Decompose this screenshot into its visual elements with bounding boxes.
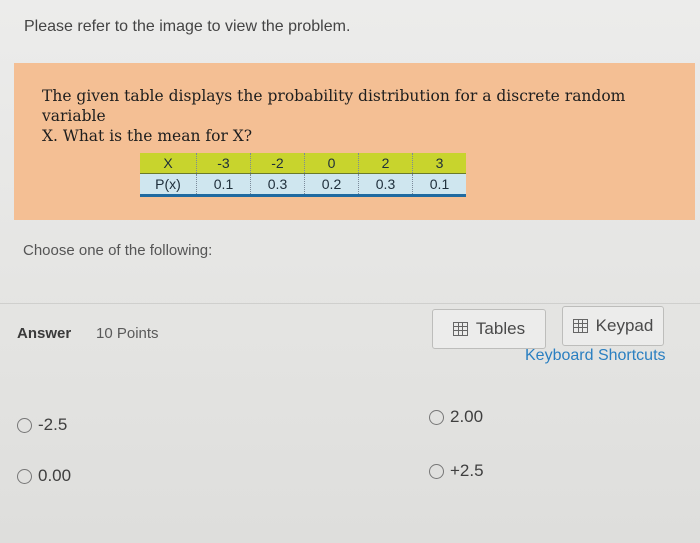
answer-option[interactable]: +2.5 xyxy=(429,461,484,481)
keyboard-shortcuts-link[interactable]: Keyboard Shortcuts xyxy=(525,347,666,365)
keypad-button[interactable]: Keypad xyxy=(562,306,664,346)
probability-table: X -3 -2 0 2 3 P(x) 0.1 0.3 0.2 0.3 0.1 xyxy=(140,153,466,197)
table-row: X -3 -2 0 2 3 xyxy=(140,153,466,174)
option-label: 0.00 xyxy=(38,466,72,485)
keypad-button-label: Keypad xyxy=(595,316,654,335)
table-cell: P(x) xyxy=(140,173,197,197)
tables-button-label: Tables xyxy=(475,319,526,338)
choose-prompt: Choose one of the following: xyxy=(23,242,213,259)
question-line-1: The given table displays the probability… xyxy=(42,87,626,125)
question-line-2: X. What is the mean for X? xyxy=(42,127,253,145)
answer-label: Answer xyxy=(17,325,72,342)
table-cell: 0 xyxy=(304,153,359,174)
points-label: 10 Points xyxy=(96,325,159,342)
table-cell: 0.3 xyxy=(358,173,413,197)
answer-option[interactable]: 2.00 xyxy=(429,407,483,427)
option-label: +2.5 xyxy=(450,461,484,480)
table-row: P(x) 0.1 0.3 0.2 0.3 0.1 xyxy=(140,173,466,197)
table-cell: 2 xyxy=(358,153,413,174)
table-cell: X xyxy=(140,153,197,174)
table-icon xyxy=(452,322,468,336)
radio-button[interactable] xyxy=(17,417,32,433)
radio-button[interactable] xyxy=(429,409,444,425)
table-cell: 0.1 xyxy=(412,173,466,197)
answer-option[interactable]: -2.5 xyxy=(17,415,67,435)
divider xyxy=(0,303,700,304)
table-cell: 3 xyxy=(412,153,466,174)
answer-option[interactable]: 0.00 xyxy=(17,466,71,486)
table-cell: 0.1 xyxy=(196,173,251,197)
instruction-text: Please refer to the image to view the pr… xyxy=(24,18,351,35)
table-cell: -3 xyxy=(196,153,251,174)
table-cell: 0.2 xyxy=(304,173,359,197)
radio-button[interactable] xyxy=(429,463,444,479)
table-cell: 0.3 xyxy=(250,173,305,197)
page: Please refer to the image to view the pr… xyxy=(0,0,700,543)
radio-button[interactable] xyxy=(17,468,32,484)
tables-button[interactable]: Tables xyxy=(432,309,546,349)
keypad-icon xyxy=(572,319,588,333)
question-text: The given table displays the probability… xyxy=(42,86,652,146)
option-label: -2.5 xyxy=(38,415,68,434)
table-cell: -2 xyxy=(250,153,305,174)
option-label: 2.00 xyxy=(450,407,484,426)
